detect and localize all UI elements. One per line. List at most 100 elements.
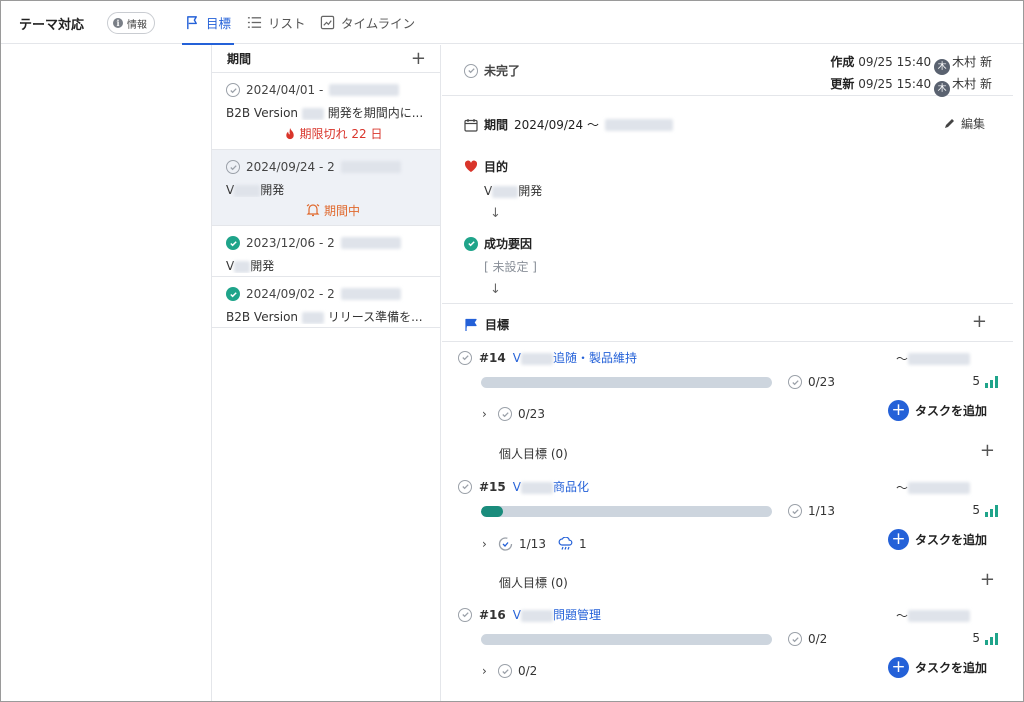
info-button[interactable]: i 情報 — [107, 12, 155, 34]
goal-priority: 5 — [972, 374, 998, 388]
redacted-text — [520, 609, 553, 622]
add-personal-goal-icon[interactable]: + — [980, 571, 995, 589]
left-blank-area — [1, 45, 211, 701]
rain-cloud-icon — [558, 536, 573, 550]
period-date: 2024/04/01 - — [246, 83, 324, 97]
tab-goals[interactable]: 目標 — [181, 1, 235, 45]
heart-icon — [464, 160, 478, 172]
incomplete-check-icon[interactable] — [458, 607, 472, 622]
tab-timeline[interactable]: タイムライン — [320, 1, 415, 44]
chevron-right-icon: › — [482, 407, 487, 421]
incomplete-check-icon[interactable] — [458, 479, 472, 494]
info-icon: i — [113, 18, 123, 28]
period-range: 期間 2024/09/24 〜 — [464, 116, 673, 133]
arrow-down-icon: ↓ — [490, 206, 501, 221]
updated-label: 更新 — [830, 77, 855, 91]
redacted-text — [301, 107, 324, 120]
edit-label: 編集 — [960, 117, 985, 131]
period-name-prefix: V — [226, 259, 235, 273]
period-item-selected[interactable]: 2024/09/24 - 2 V 開発 期間中 — [212, 150, 440, 226]
page-title: テーマ対応 — [19, 18, 85, 33]
incomplete-check-icon — [498, 664, 512, 678]
period-item[interactable]: 2023/12/06 - 2 V 開発 — [212, 226, 440, 277]
rain-count: 1 — [578, 536, 587, 551]
updated-at: 09/25 15:40 — [858, 77, 932, 91]
completed-check-icon — [226, 287, 240, 301]
goal-progress-bar — [481, 506, 772, 517]
redacted-text — [340, 288, 401, 300]
redacted-text — [908, 481, 971, 494]
purpose-label: 目的 — [464, 158, 508, 175]
period-name-prefix: V — [226, 183, 235, 197]
goal-title-link[interactable]: V 追随・製品維持 — [513, 349, 637, 366]
add-goal-icon[interactable]: + — [972, 313, 987, 331]
signal-bars-icon — [985, 505, 998, 517]
goal-subtasks-toggle[interactable]: › 0/2 — [482, 664, 537, 678]
detail-panel: 未完了 作成 09/25 15:40 木木村 新 更新 09/25 15:40 木木… — [442, 45, 1013, 701]
add-task-button[interactable]: + タスクを追加 — [887, 657, 987, 678]
tab-list[interactable]: リスト — [247, 1, 306, 44]
period-date: 2024/09/02 - 2 — [246, 287, 335, 301]
goal-priority: 5 — [972, 631, 998, 645]
plus-circle-icon: + — [887, 529, 909, 550]
chevron-right-icon: › — [482, 536, 487, 551]
app-window: テーマ対応 i 情報 目標 リスト タイムライン 期間 + 2024/04/01… — [0, 0, 1024, 702]
goal-due: 〜 — [896, 607, 971, 624]
avatar: 木 — [934, 59, 951, 75]
period-detail-section: 期間 2024/09/24 〜 編集 目的 V 開発 ↓ 成功要因 [ 未設定 ] — [442, 96, 1013, 304]
period-date: 2024/09/24 - 2 — [246, 160, 335, 174]
add-period-icon[interactable]: + — [411, 49, 426, 68]
timer-check-icon — [498, 537, 513, 551]
goal-title-link[interactable]: V 問題管理 — [513, 606, 601, 623]
redacted-text — [234, 184, 261, 197]
add-task-button[interactable]: + タスクを追加 — [887, 529, 987, 550]
created-at: 09/25 15:40 — [858, 55, 932, 69]
period-status-active: 期間中 — [323, 203, 360, 218]
incomplete-check-icon — [788, 632, 802, 646]
goal-due: 〜 — [896, 350, 971, 367]
redacted-text — [301, 311, 324, 324]
flag-icon — [465, 318, 477, 331]
goals-header: 目標 + — [442, 304, 1013, 342]
add-task-button[interactable]: + タスクを追加 — [887, 400, 987, 421]
period-label: 期間 — [484, 118, 509, 132]
period-name-suffix: 開発 — [260, 183, 285, 197]
period-value: 2024/09/24 〜 — [514, 118, 599, 132]
edit-button[interactable]: 編集 — [943, 115, 985, 132]
flag-icon — [187, 16, 197, 30]
updater-name: 木村 新 — [952, 77, 992, 91]
period-name-prefix: B2B Version — [226, 310, 299, 324]
period-item[interactable]: 2024/04/01 - B2B Version 開発を期間内に... 期限切れ… — [212, 73, 440, 150]
period-name-suffix: 開発を期間内に... — [327, 106, 424, 120]
period-heading: 期間 — [227, 52, 252, 66]
period-list-panel: 期間 + 2024/04/01 - B2B Version 開発を期間内に...… — [211, 45, 441, 701]
created-label: 作成 — [830, 55, 855, 69]
timeline-icon — [320, 15, 335, 30]
goal-number: #15 — [479, 479, 506, 494]
goal-progress-bar — [481, 634, 772, 645]
tab-list-label: リスト — [268, 16, 306, 31]
redacted-text — [234, 260, 251, 273]
incomplete-check-icon — [498, 407, 512, 421]
completion-status[interactable]: 未完了 — [464, 62, 520, 79]
period-item[interactable]: 2024/09/02 - 2 B2B Version リリース準備を... — [212, 277, 440, 328]
goal-item: #16 V 問題管理 〜 0/2 5 › 0/2 + タスクを追加 — [442, 606, 1013, 701]
incomplete-check-icon — [788, 375, 802, 389]
personal-goals-label: 個人目標 (0) — [499, 576, 568, 590]
add-personal-goal-icon[interactable]: + — [980, 442, 995, 460]
completion-status-label: 未完了 — [484, 64, 521, 78]
period-date: 2023/12/06 - 2 — [246, 236, 335, 250]
info-button-label: 情報 — [127, 19, 147, 31]
goal-title-link[interactable]: V 商品化 — [513, 478, 589, 495]
goal-item: #15 V 商品化 〜 1/13 5 › 1/13 1 + タスクを追加 個人目… — [442, 478, 1013, 602]
redacted-text — [492, 185, 519, 198]
tab-goals-label: 目標 — [206, 16, 232, 31]
goal-subtasks-toggle[interactable]: › 1/13 1 — [482, 536, 587, 551]
incomplete-check-icon[interactable] — [458, 350, 472, 365]
redacted-text — [520, 352, 553, 365]
avatar: 木 — [934, 81, 951, 97]
arrow-down-icon: ↓ — [490, 282, 501, 297]
goal-subtasks-toggle[interactable]: › 0/23 — [482, 407, 545, 421]
creator-name: 木村 新 — [952, 55, 992, 69]
bell-icon — [306, 204, 320, 217]
